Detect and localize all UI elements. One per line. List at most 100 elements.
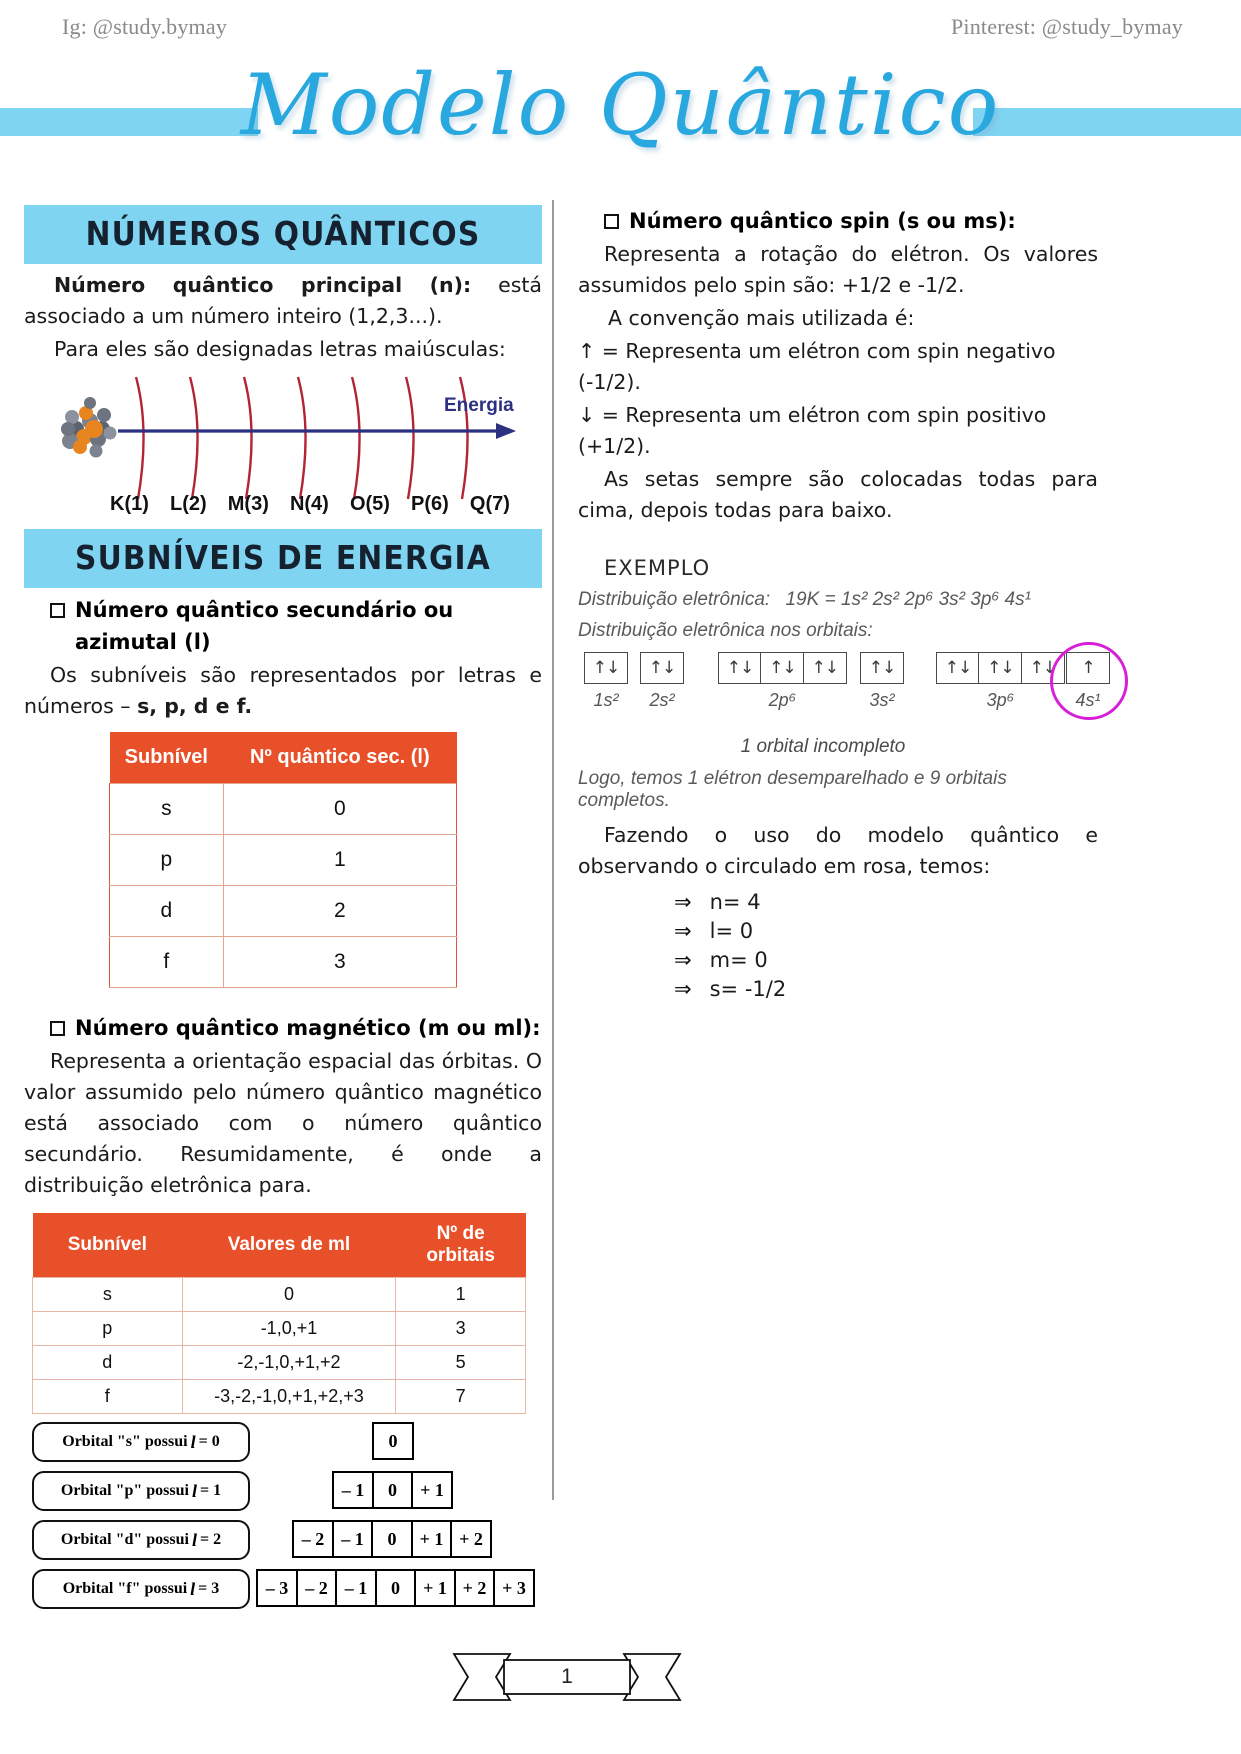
result-value: m= 0 bbox=[709, 948, 768, 972]
principal-paragraph: Número quântico principal (n): está asso… bbox=[24, 270, 542, 332]
table-row: f 3 bbox=[109, 936, 458, 988]
shell-label: O(5) bbox=[349, 493, 390, 515]
cell-orbitais: 3 bbox=[395, 1311, 526, 1346]
right-column: Número quântico spin (s ou ms): Represen… bbox=[578, 205, 1128, 1001]
banner-subniveis: SUBNÍVEIS DE ENERGIA bbox=[24, 529, 542, 588]
orbital-cell: ↑↓ bbox=[1020, 652, 1065, 684]
arrow-right-icon: ⇒ bbox=[674, 919, 692, 943]
table-row: s 0 1 bbox=[32, 1277, 526, 1312]
orbital-box: 0 bbox=[371, 1471, 414, 1509]
shell-label-row: K(1) L(2) M(3) N(4) O(5) P(6) Q(7) bbox=[110, 493, 510, 516]
checkbox-icon bbox=[604, 214, 619, 229]
orbital-f-label-post: = 3 bbox=[198, 1580, 220, 1597]
cell-subnivel: d bbox=[109, 885, 224, 937]
orbital-s-pill: Orbital "s" possui l = 0 bbox=[32, 1422, 250, 1462]
cell-orbitais: 7 bbox=[395, 1379, 526, 1414]
shell-label: N(4) bbox=[289, 493, 329, 515]
result-value: l= 0 bbox=[709, 919, 754, 943]
orbital-box: 0 bbox=[371, 1520, 413, 1558]
orbital-group-label: 1s² bbox=[593, 690, 619, 710]
orbital-cell: ↑ bbox=[1066, 652, 1110, 684]
checkbox-icon bbox=[50, 1021, 65, 1036]
orbital-s-label-pre: Orbital "s" possui bbox=[62, 1433, 188, 1450]
orbital-cell: ↑↓ bbox=[718, 652, 762, 684]
table-row: d 2 bbox=[109, 885, 458, 937]
orbital-cell: ↑↓ bbox=[640, 652, 684, 684]
exemplo-title: EXEMPLO bbox=[604, 556, 711, 580]
orbital-p-pill: Orbital "p" possui l = 1 bbox=[32, 1471, 250, 1511]
orbital-box: + 3 bbox=[493, 1569, 535, 1607]
cell-valores: -3,-2,-1,0,+1,+2,+3 bbox=[181, 1379, 397, 1414]
orbital-cells: ↑↓ ↑↓ ↑↓ bbox=[718, 652, 847, 684]
energy-axis-label: Energia bbox=[444, 395, 514, 416]
quantum-results-list: ⇒ n= 4 ⇒ l= 0 ⇒ m= 0 ⇒ s= -1/2 bbox=[578, 890, 1098, 1001]
arrow-right-icon: ⇒ bbox=[674, 890, 692, 914]
cell-valores: 0 bbox=[181, 1277, 397, 1312]
orbital-cells: ↑↓ bbox=[860, 652, 904, 684]
page-footer-ribbon: 1 bbox=[452, 1648, 682, 1706]
orbital-shape-diagram: Orbital "s" possui l = 0 0 Orbital "p" p… bbox=[24, 1422, 542, 1622]
result-item: ⇒ m= 0 bbox=[674, 948, 1098, 972]
orbital-s-boxes: 0 bbox=[372, 1422, 414, 1460]
cell-orbitais: 5 bbox=[395, 1345, 526, 1380]
shell-arcs bbox=[134, 376, 469, 500]
spin-paragraph-1: Representa a rotação do elétron. Os valo… bbox=[578, 242, 1098, 297]
orbital-group-2s: ↑↓ 2s² bbox=[640, 652, 684, 711]
orbital-cells: ↑↓ ↑↓ ↑↓ bbox=[936, 652, 1065, 684]
orbital-box: 0 bbox=[374, 1569, 417, 1607]
cell-subnivel: f bbox=[109, 936, 224, 988]
orbital-d-boxes: – 2 – 1 0 + 1 + 2 bbox=[292, 1520, 492, 1558]
exemplo-block: EXEMPLO Distribuição eletrônica: 19K = 1… bbox=[578, 556, 1128, 1001]
orbital-box: – 2 bbox=[295, 1569, 338, 1607]
orbital-f-label-pre: Orbital "f" possui bbox=[62, 1580, 188, 1597]
result-value: s= -1/2 bbox=[709, 977, 787, 1001]
shell-label: L(2) bbox=[169, 493, 207, 515]
page-header: Ig: @study.bymay Pinterest: @study_bymay bbox=[0, 14, 1241, 54]
page-title: Modelo Quântico bbox=[240, 56, 1001, 154]
orbital-group-4s: ↑ 4s¹ bbox=[1050, 642, 1128, 720]
pinterest-handle: Pinterest: @study_bymay bbox=[950, 14, 1183, 39]
cell-subnivel: s bbox=[32, 1277, 183, 1312]
left-column: NÚMEROS QUÂNTICOS Número quântico princi… bbox=[24, 205, 542, 1622]
principal-term: Número quântico principal (n): bbox=[54, 273, 472, 297]
logo-conclusion-line: Logo, temos 1 elétron desemparelhado e 9… bbox=[578, 768, 1007, 811]
magnetico-bullet-label: Número quântico magnético (m ou ml): bbox=[75, 1016, 541, 1040]
table-subnivel-azimutal: Subnível Nº quântico sec. (l) s 0 p 1 d … bbox=[109, 732, 458, 988]
orbital-s-label-post: = 0 bbox=[198, 1433, 220, 1450]
nucleus-icon bbox=[61, 397, 117, 458]
orbital-d-label-post: = 2 bbox=[199, 1531, 222, 1548]
cell-subnivel: p bbox=[109, 834, 224, 886]
table-header-row: Subnível Valores de ml Nº de orbitais bbox=[32, 1213, 526, 1278]
result-item: ⇒ l= 0 bbox=[674, 919, 1098, 943]
cell-value: 3 bbox=[222, 936, 458, 988]
orbital-box: + 2 bbox=[453, 1569, 496, 1607]
col-header-valores-ml: Valores de ml bbox=[182, 1213, 396, 1278]
orbital-cell: ↑↓ bbox=[860, 652, 904, 684]
spin-paragraph-2: A convenção mais utilizada é: bbox=[608, 306, 915, 330]
table-row: s 0 bbox=[109, 783, 458, 835]
orbital-s-label-var: l bbox=[190, 1431, 196, 1452]
cell-value: 1 bbox=[222, 834, 458, 886]
orbital-cell: ↑↓ bbox=[760, 652, 805, 684]
conclusion-paragraph: Fazendo o uso do modelo quântico e obser… bbox=[578, 823, 1098, 878]
table-row: p 1 bbox=[109, 834, 458, 886]
cell-subnivel: s bbox=[109, 783, 224, 835]
arrow-right-icon: ⇒ bbox=[674, 948, 692, 972]
orbital-group-1s: ↑↓ 1s² bbox=[584, 652, 628, 711]
checkbox-icon bbox=[50, 603, 65, 618]
subniveis-letters: s, p, d e f. bbox=[137, 694, 253, 718]
orbitais-label: Distribuição eletrônica nos orbitais: bbox=[578, 620, 873, 641]
orbital-d-label-pre: Orbital "d" possui bbox=[60, 1531, 189, 1548]
orbital-cell: ↑↓ bbox=[936, 652, 980, 684]
col-header-subnivel: Subnível bbox=[109, 732, 224, 784]
column-divider bbox=[552, 200, 554, 1500]
orbital-group-label: 2p⁶ bbox=[768, 690, 797, 710]
subniveis-paragraph: Os subníveis são representados por letra… bbox=[24, 660, 542, 722]
orbital-p-label-post: = 1 bbox=[199, 1482, 222, 1499]
cell-value: 0 bbox=[222, 783, 458, 835]
orbital-box: + 1 bbox=[414, 1569, 456, 1607]
magnetico-bullet: Número quântico magnético (m ou ml): bbox=[24, 1012, 542, 1044]
instagram-handle: Ig: @study.bymay bbox=[62, 14, 228, 39]
banner-numeros-quanticos-label: NÚMEROS QUÂNTICOS bbox=[85, 214, 481, 253]
azimutal-bullet-label: Número quântico secundário ou azimutal (… bbox=[75, 598, 454, 654]
